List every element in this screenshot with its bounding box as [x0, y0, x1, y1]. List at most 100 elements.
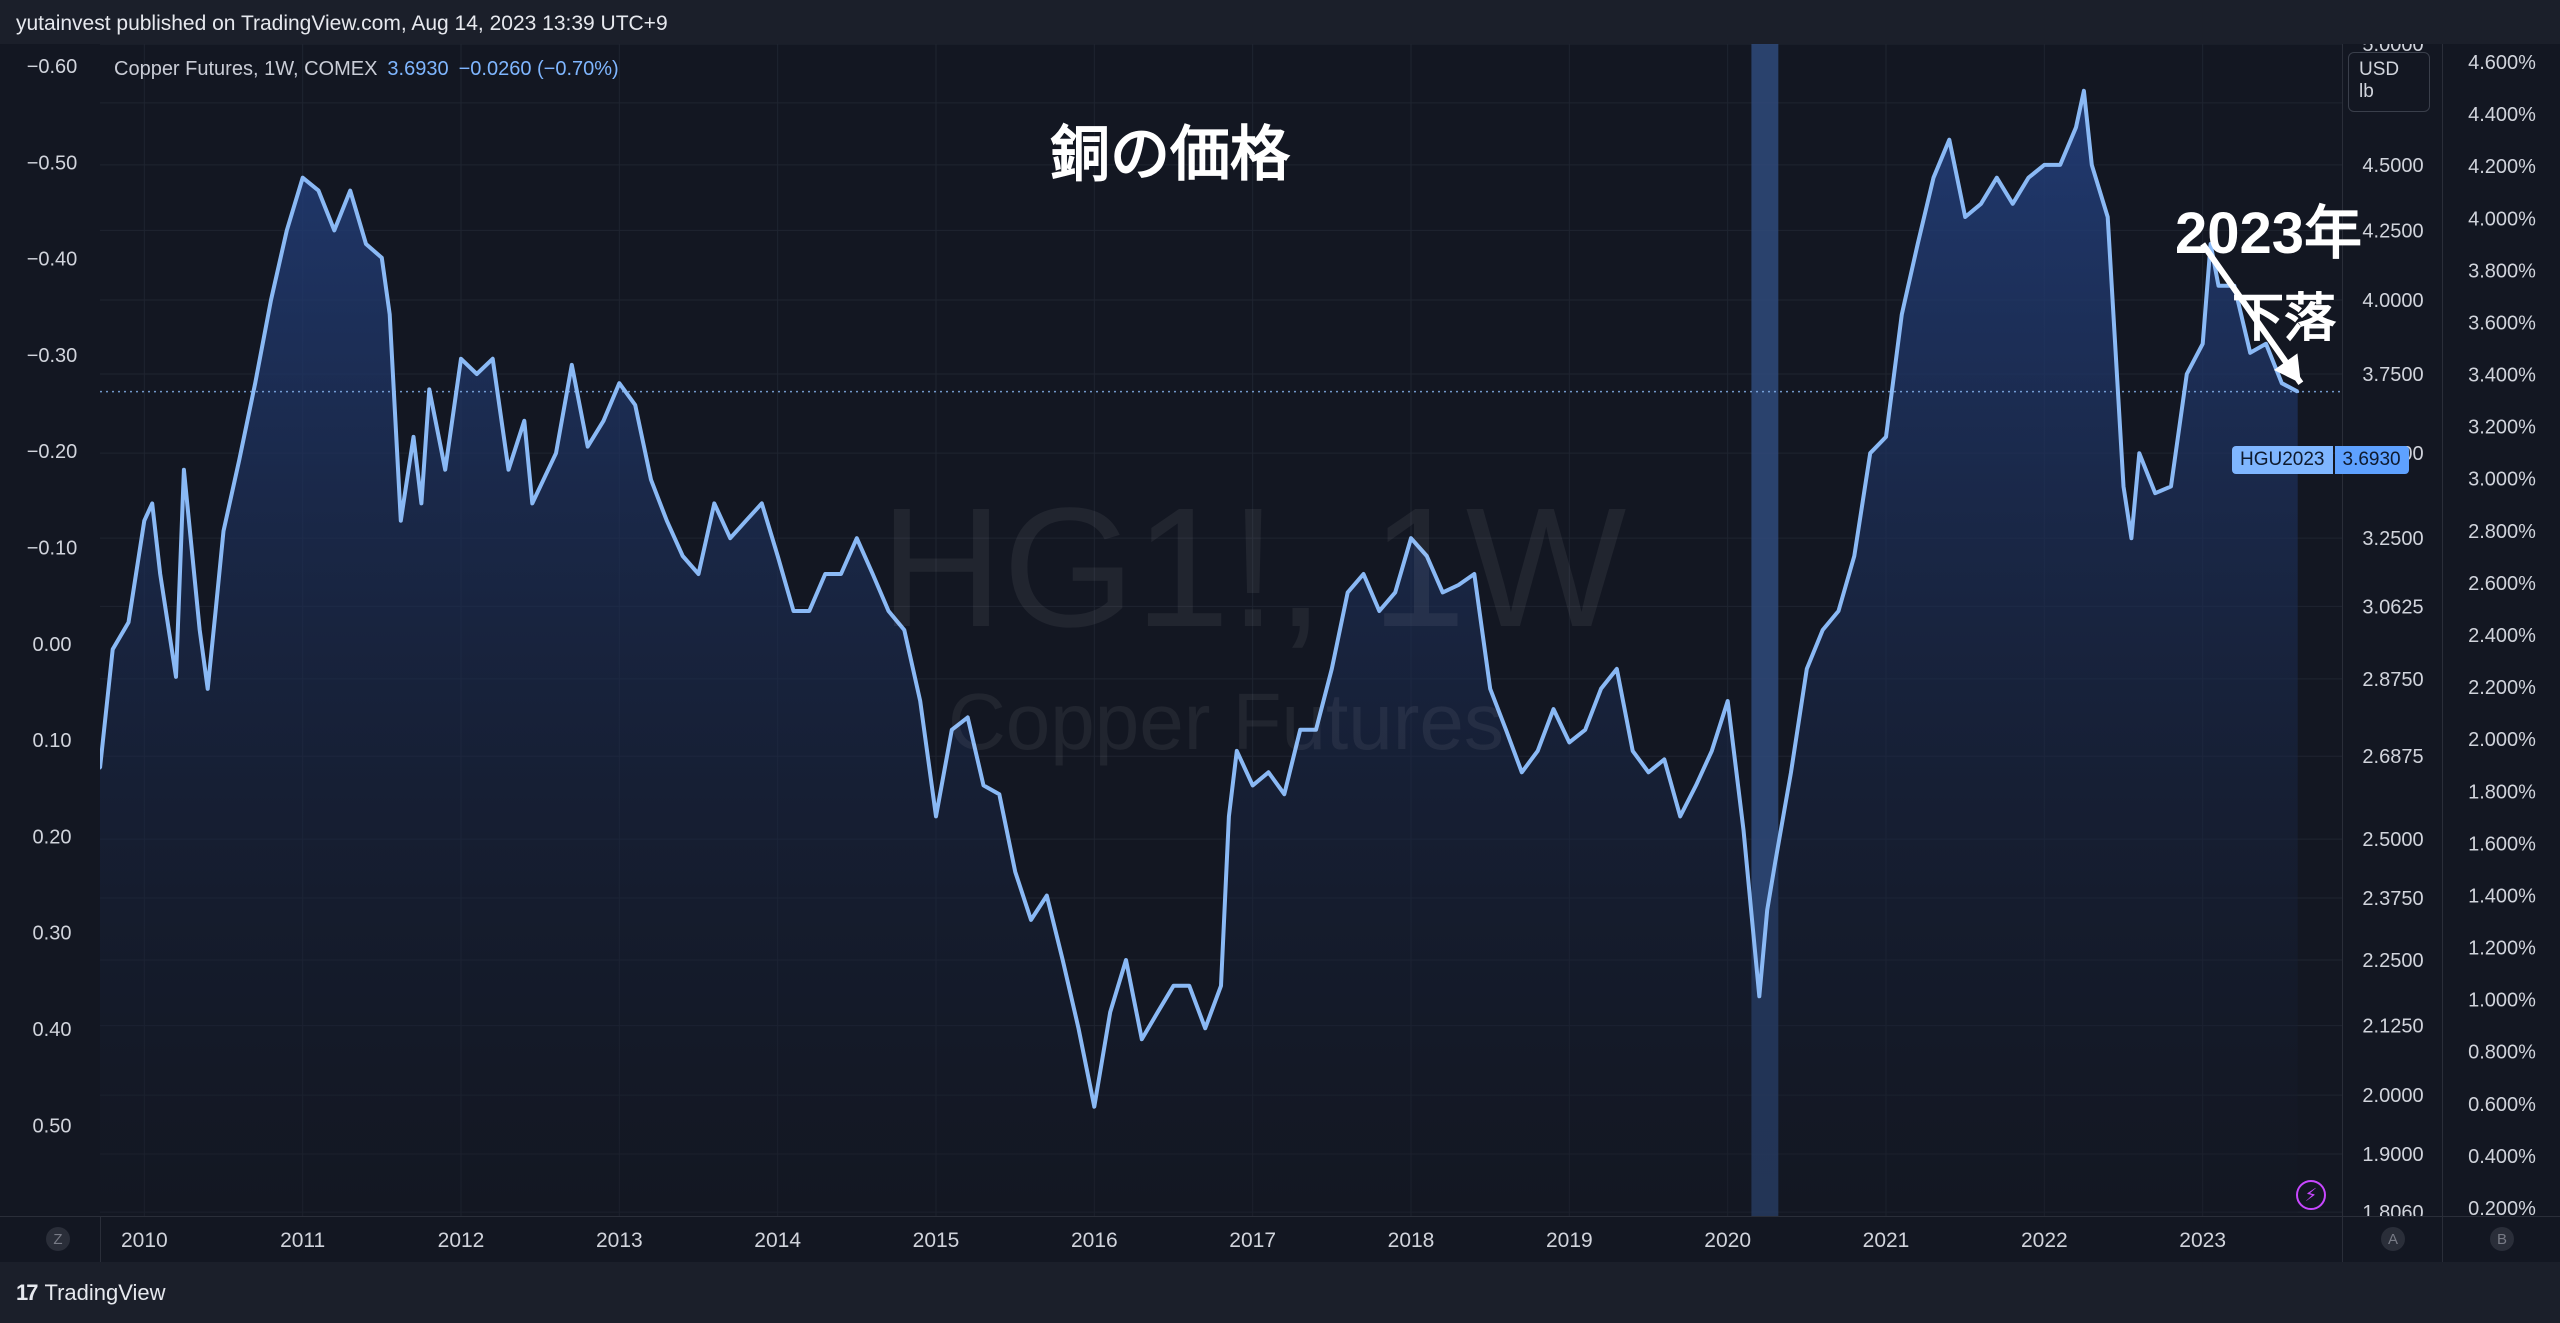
left-tick-10: 0.40	[33, 1019, 72, 1041]
series-legend[interactable]: Copper Futures, 1W, COMEX 3.6930 −0.0260…	[114, 58, 619, 81]
price-point-44	[712, 501, 716, 505]
pct-tick-21: 4.400%	[2468, 104, 2536, 126]
price-point-102	[1615, 667, 1619, 671]
price-point-141	[2185, 372, 2189, 376]
price-point-48	[776, 554, 780, 558]
price-point-46	[744, 519, 748, 523]
price-point-111	[1757, 994, 1761, 998]
tradingview-brand: TradingView	[44, 1280, 166, 1305]
left-tick-7: 0.10	[33, 730, 72, 752]
pct-tick-9: 2.000%	[2468, 729, 2536, 751]
price-point-47	[760, 501, 764, 505]
left-tick-0: −0.60	[27, 56, 78, 78]
price-point-144	[2217, 284, 2220, 288]
price-point-37	[602, 419, 605, 423]
price-point-128	[2011, 202, 2015, 206]
y-tick-2.8750: 2.8750	[2362, 669, 2423, 691]
pct-tick-20: 4.200%	[2468, 156, 2536, 178]
price-point-27	[443, 468, 447, 472]
price-point-49	[792, 609, 795, 613]
price-point-142	[2201, 342, 2205, 346]
price-point-74	[1187, 984, 1191, 988]
price-point-73	[1172, 984, 1175, 988]
b-button[interactable]: B	[2490, 1227, 2514, 1251]
price-point-20	[364, 242, 368, 246]
price-point-105	[1662, 757, 1666, 761]
price-point-130	[2042, 163, 2046, 167]
price-point-31	[507, 468, 510, 472]
pct-tick-6: 1.400%	[2468, 885, 2536, 907]
price-point-5	[158, 572, 162, 576]
current-price-tag: HGU2023 3.6930	[2232, 446, 2409, 474]
tradingview-logo[interactable]: 17 TradingView	[16, 1280, 166, 1306]
price-point-34	[554, 451, 558, 455]
price-tag-symbol: HGU2023	[2232, 446, 2333, 474]
pct-tick-11: 2.400%	[2468, 625, 2536, 647]
price-point-70	[1124, 958, 1128, 962]
price-point-119	[1868, 451, 1872, 455]
price-point-118	[1852, 554, 1856, 558]
corner-a: A	[2342, 1216, 2443, 1263]
price-point-13	[253, 381, 257, 385]
auto-scale-button[interactable]: A	[2381, 1227, 2405, 1251]
price-point-79	[1251, 783, 1255, 787]
price-point-62	[997, 792, 1001, 796]
watermark-name: Copper Futures	[948, 677, 1504, 766]
price-point-146	[2248, 351, 2252, 355]
price-point-58	[934, 814, 938, 818]
price-point-36	[586, 445, 590, 449]
corner-left: Z	[0, 1216, 101, 1263]
left-tick-6: 0.00	[33, 634, 72, 656]
price-point-138	[2137, 451, 2141, 455]
pct-tick-18: 3.800%	[2468, 260, 2536, 282]
price-point-28	[459, 357, 463, 361]
price-point-124	[1947, 138, 1951, 142]
x-tick-2013: 2013	[596, 1229, 643, 1252]
price-point-38	[617, 381, 621, 385]
price-point-8	[198, 628, 202, 632]
price-point-66	[1061, 958, 1065, 962]
pct-tick-1: 0.400%	[2468, 1146, 2536, 1168]
price-point-75	[1203, 1026, 1207, 1030]
price-point-109	[1726, 699, 1730, 703]
x-tick-2014: 2014	[754, 1229, 801, 1252]
left-tick-2: −0.40	[27, 249, 78, 271]
y-tick-2.6875: 2.6875	[2362, 746, 2423, 768]
x-tick-2019: 2019	[1546, 1229, 1593, 1252]
price-point-18	[332, 228, 336, 232]
x-tick-2023: 2023	[2179, 1229, 2226, 1252]
percent-axis[interactable]: 0.200% 0.400% 0.600% 0.800% 1.000% 1.200% 1.40…	[2442, 44, 2560, 1220]
price-point-99	[1567, 740, 1571, 744]
unit-selector[interactable]: USD lb	[2348, 52, 2430, 112]
price-point-22	[388, 312, 392, 316]
time-axis[interactable]: 2010 2011 2012 2013 2014 2015 2016 2017 2018 2019…	[100, 1216, 2342, 1263]
price-point-16	[301, 176, 305, 180]
drop-annotation: 下落	[2232, 290, 2337, 348]
left-axis[interactable]: −0.60 −0.50 −0.40 −0.30 −0.20 −0.10 0.00 0.10 0.…	[0, 44, 101, 1216]
price-point-72	[1156, 1010, 1160, 1014]
price-point-6	[174, 675, 178, 679]
price-point-65	[1045, 894, 1049, 898]
price-point-104	[1647, 770, 1650, 774]
pct-tick-12: 2.600%	[2468, 573, 2536, 595]
pct-tick-8: 1.800%	[2468, 781, 2536, 803]
left-tick-11: 0.50	[33, 1115, 72, 1137]
pct-tick-2: 0.600%	[2468, 1094, 2536, 1116]
left-tick-3: −0.30	[27, 345, 78, 367]
price-point-33	[530, 501, 534, 505]
price-point-11	[222, 529, 225, 533]
price-point-113	[1773, 860, 1777, 864]
y-tick-1.8060: 1.8060	[2362, 1202, 2423, 1216]
zoom-button[interactable]: Z	[46, 1227, 70, 1251]
price-point-84	[1330, 667, 1334, 671]
publisher-line: yutainvest published on TradingView.com,…	[16, 12, 668, 35]
lightning-icon[interactable]: ⚡	[2296, 1180, 2326, 1210]
price-point-25	[419, 501, 423, 505]
pct-tick-4: 1.000%	[2468, 990, 2536, 1012]
price-point-126	[1979, 202, 1983, 206]
price-point-123	[1932, 176, 1935, 180]
price-point-42	[681, 554, 685, 558]
price-point-121	[1900, 312, 1904, 316]
price-point-14	[269, 298, 273, 302]
y-tick-2.1250: 2.1250	[2362, 1016, 2423, 1038]
